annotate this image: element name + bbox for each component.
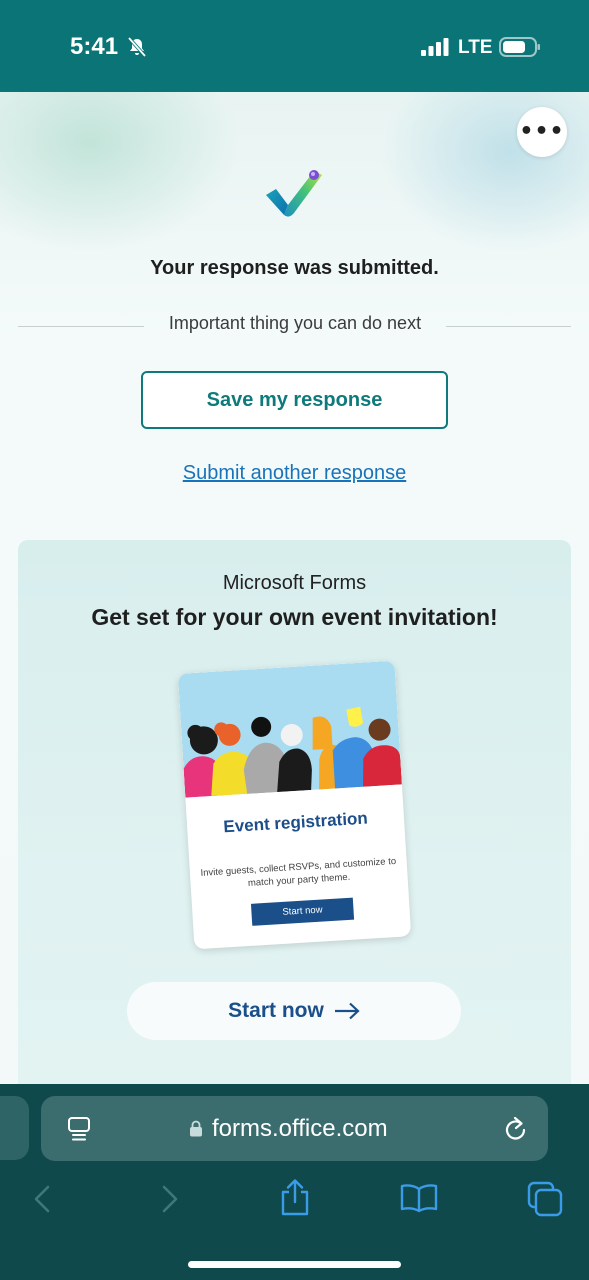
- more-options-button[interactable]: •••: [517, 107, 567, 157]
- reader-icon[interactable]: [67, 1116, 91, 1142]
- start-now-label: Start now: [228, 999, 324, 1022]
- event-invite-preview: Event registration Invite guests, collec…: [177, 660, 412, 950]
- divider: [446, 326, 571, 327]
- promo-brand: Microsoft Forms: [222, 572, 367, 594]
- battery-icon: [499, 37, 540, 57]
- invite-card-title: Event registration: [222, 808, 369, 837]
- home-indicator: [188, 1261, 401, 1268]
- background-glow: [0, 92, 240, 252]
- save-response-button[interactable]: Save my response: [141, 371, 448, 429]
- submitted-title: Your response was submitted.: [150, 257, 439, 279]
- promo-heading: Get set for your own event invitation!: [91, 604, 498, 630]
- lock-icon: [190, 1120, 202, 1137]
- address-bar[interactable]: forms.office.com: [41, 1096, 548, 1161]
- back-icon[interactable]: [30, 1184, 54, 1214]
- browser-toolbar: forms.office.com: [0, 1084, 589, 1280]
- reload-icon[interactable]: [503, 1115, 529, 1143]
- url-text: forms.office.com: [212, 1115, 388, 1142]
- invite-card-start-button: Start now: [250, 897, 355, 926]
- arrow-right-icon: [334, 1002, 360, 1020]
- status-time: 5:41: [70, 33, 119, 60]
- invite-card-description: Invite guests, collect RSVPs, and custom…: [200, 855, 397, 889]
- checkmark-icon: [266, 170, 322, 217]
- status-bar: 5:41 LTE: [0, 0, 589, 92]
- previous-tab-peek[interactable]: [0, 1096, 29, 1160]
- carrier-label: LTE: [458, 37, 493, 58]
- tabs-icon[interactable]: [527, 1181, 563, 1217]
- forward-icon[interactable]: [158, 1184, 182, 1214]
- promo-card: Microsoft Forms Get set for your own eve…: [18, 540, 571, 1084]
- divider: [18, 326, 144, 327]
- submit-another-response-link[interactable]: Submit another response: [0, 462, 589, 485]
- share-icon[interactable]: [279, 1178, 311, 1216]
- bookmarks-icon[interactable]: [400, 1183, 438, 1213]
- signal-icon: [421, 38, 449, 56]
- form-confirmation-page: ••• Your response was submitted. Importa…: [0, 92, 589, 1084]
- start-now-button[interactable]: Start now: [127, 982, 461, 1040]
- people-illustration: [177, 660, 402, 798]
- next-steps-label: Important thing you can do next: [168, 313, 422, 333]
- bell-slash-icon: [127, 36, 147, 58]
